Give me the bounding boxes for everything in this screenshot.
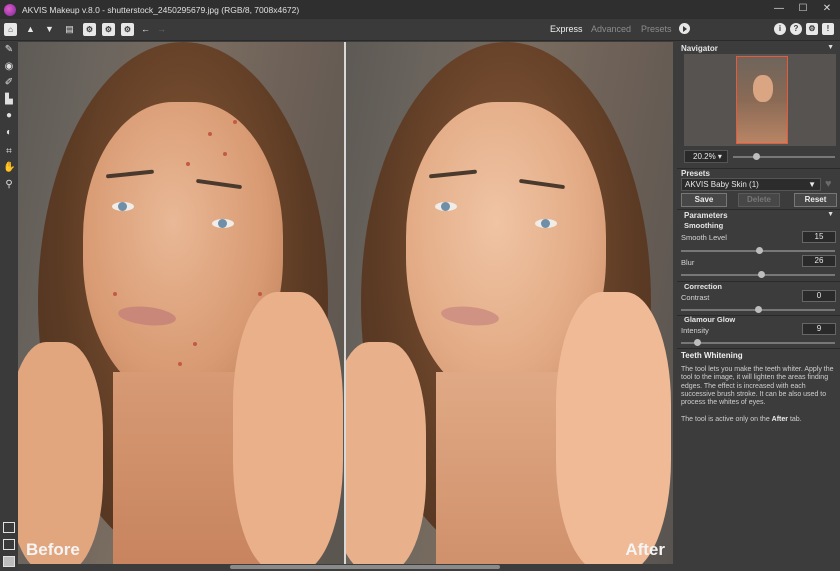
blur-field[interactable]: 26: [802, 255, 836, 267]
horizontal-scrollbar[interactable]: [230, 565, 500, 569]
contrast-field[interactable]: 0: [802, 290, 836, 302]
zoom-field[interactable]: 20.2% ▾: [684, 150, 728, 163]
skin-brush-tool-icon[interactable]: ✎: [3, 44, 15, 56]
print-icon[interactable]: ▤: [63, 23, 76, 36]
tab-presets[interactable]: Presets: [641, 24, 672, 34]
zoom-slider-knob[interactable]: [753, 153, 761, 160]
help-paragraph: The tool is active only on the After tab…: [681, 416, 802, 424]
settings-gear-icon[interactable]: ⚙: [806, 23, 818, 35]
correction-group-label: Correction: [684, 282, 722, 291]
title-bar: AKVIS Makeup v.8.0 - shutterstock_245029…: [0, 0, 840, 19]
compare-view-icon[interactable]: [3, 539, 15, 550]
hand-tool-icon[interactable]: ✋: [3, 162, 15, 174]
preset-dropdown[interactable]: AKVIS Baby Skin (1) ▼: [681, 178, 821, 191]
teeth-whitening-tool-icon[interactable]: ◐: [3, 127, 15, 139]
smoothing-group-label: Smoothing: [684, 221, 724, 230]
stamp-tool-icon[interactable]: ▙: [3, 94, 15, 106]
after-image: After: [346, 42, 673, 564]
help-text: The tool lets you make the teeth whiter.…: [681, 366, 834, 425]
pencil-tool-icon[interactable]: ✐: [3, 77, 15, 89]
crop-tool-icon[interactable]: ⌗: [3, 146, 15, 158]
settings-panel: Navigator ▼ 20.2% ▾ Presets AKVIS Baby S…: [677, 42, 840, 571]
chevron-down-icon[interactable]: ▼: [827, 44, 834, 51]
glamour-glow-group-label: Glamour Glow: [684, 315, 736, 324]
tab-express[interactable]: Express: [550, 24, 583, 34]
smooth-level-field[interactable]: 15: [802, 231, 836, 243]
before-image: Before: [18, 42, 344, 564]
chevron-down-icon[interactable]: ▼: [827, 211, 834, 218]
split-view-icon[interactable]: [3, 522, 15, 533]
reset-button[interactable]: Reset: [794, 193, 837, 207]
contrast-label: Contrast: [681, 293, 710, 302]
delete-preset-button[interactable]: Delete: [738, 193, 780, 207]
maximize-button[interactable]: ☐: [796, 2, 810, 16]
drop-tool-icon[interactable]: ●: [3, 110, 15, 122]
home-icon[interactable]: ⌂: [4, 23, 17, 36]
window-title: AKVIS Makeup v.8.0 - shutterstock_245029…: [22, 4, 300, 15]
after-label: After: [625, 540, 665, 559]
run-processing-button[interactable]: [679, 23, 690, 34]
intensity-field[interactable]: 9: [802, 323, 836, 335]
save-preset-button[interactable]: Save: [681, 193, 727, 207]
hints-icon[interactable]: !: [822, 23, 834, 35]
image-canvas[interactable]: Before After: [18, 42, 673, 564]
close-button[interactable]: ✕: [820, 2, 834, 16]
undo-icon[interactable]: ←: [139, 23, 152, 36]
plugin-icon[interactable]: ⚙: [121, 23, 134, 36]
open-file-icon[interactable]: ▲: [24, 23, 37, 36]
parameters-title: Parameters: [684, 211, 728, 220]
share-icon[interactable]: ⚙: [102, 23, 115, 36]
info-icon[interactable]: i: [774, 23, 786, 35]
main-toolbar: ⌂ ▲ ▼ ▤ ⚙ ⚙ ⚙ ← → Express Advanced Prese…: [0, 19, 840, 41]
blur-slider-knob[interactable]: [758, 271, 765, 278]
redo-icon[interactable]: →: [155, 23, 168, 36]
zoom-tool-icon[interactable]: ⚲: [3, 179, 15, 191]
single-view-icon[interactable]: [3, 556, 15, 567]
help-paragraph: The tool lets you make the teeth whiter.…: [681, 366, 834, 407]
navigator-viewport-frame[interactable]: [736, 56, 788, 144]
smooth-level-label: Smooth Level: [681, 233, 727, 242]
batch-icon[interactable]: ⚙: [83, 23, 96, 36]
akvis-logo-icon: [4, 3, 16, 16]
navigator-title: Navigator: [681, 44, 718, 53]
blur-label: Blur: [681, 258, 695, 267]
save-file-icon[interactable]: ▼: [43, 23, 56, 36]
presets-title: Presets: [681, 169, 710, 178]
before-label: Before: [26, 540, 80, 559]
navigator-preview[interactable]: [684, 54, 836, 146]
smooth-level-slider-knob[interactable]: [756, 247, 763, 254]
zoom-slider[interactable]: [733, 156, 835, 158]
tab-advanced[interactable]: Advanced: [591, 24, 631, 34]
intensity-slider-knob[interactable]: [694, 339, 701, 346]
intensity-label: Intensity: [681, 326, 709, 335]
intensity-slider[interactable]: [681, 342, 835, 344]
tools-panel: ✎ ◉ ✐ ▙ ● ◐ ⌗ ✋ ⚲: [0, 42, 18, 571]
minimize-button[interactable]: —: [772, 2, 786, 16]
favorite-heart-icon[interactable]: ♥: [825, 178, 832, 190]
help-icon[interactable]: ?: [790, 23, 802, 35]
help-title: Teeth Whitening: [681, 351, 743, 360]
contrast-slider-knob[interactable]: [755, 306, 762, 313]
eye-tool-icon[interactable]: ◉: [3, 61, 15, 73]
